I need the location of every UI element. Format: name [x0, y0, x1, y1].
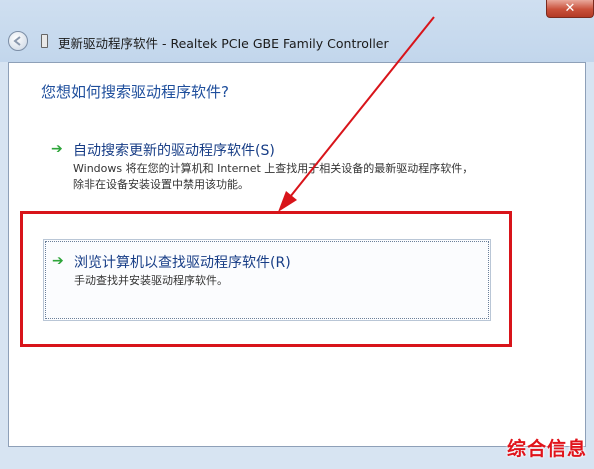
watermark-logo: 综合信息: [507, 438, 588, 460]
annotation-arrow-icon: [278, 16, 435, 212]
